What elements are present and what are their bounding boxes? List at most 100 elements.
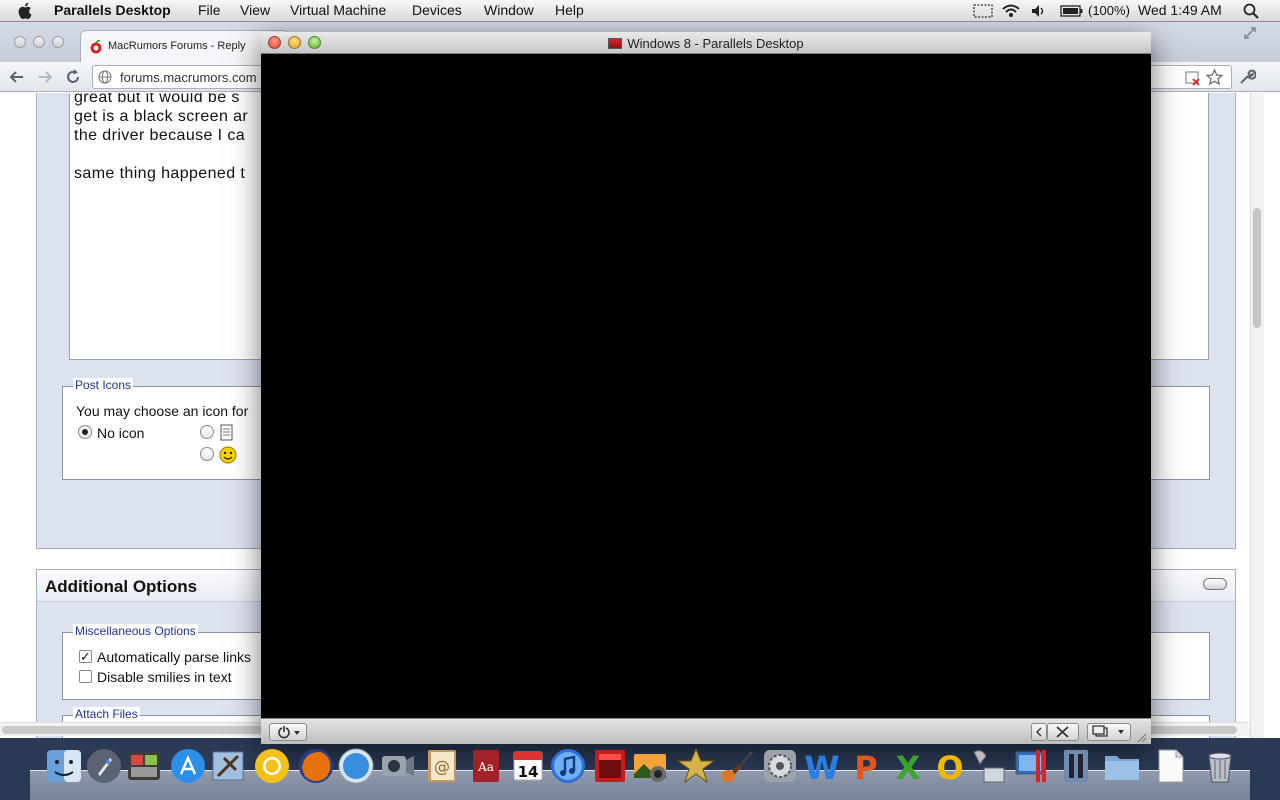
post-icon-radio[interactable] xyxy=(200,447,214,461)
post-icons-legend: Post Icons xyxy=(73,378,134,392)
dock-applications-folder-icon[interactable] xyxy=(1102,746,1142,786)
screen-mirroring-icon[interactable] xyxy=(973,4,993,18)
additional-options-heading: Additional Options xyxy=(45,577,198,596)
parse-links-checkbox[interactable]: ✓ xyxy=(79,650,92,663)
dock-document-icon[interactable] xyxy=(1150,746,1190,786)
editor-line: same thing happened t xyxy=(74,165,246,182)
spotlight-search-icon[interactable] xyxy=(1243,3,1259,19)
tools-icon xyxy=(1056,726,1069,738)
dock-parallels-icon[interactable] xyxy=(1012,746,1052,786)
svg-text:P: P xyxy=(854,749,877,786)
dock-chrome-icon[interactable] xyxy=(252,746,292,786)
post-icon-radio[interactable] xyxy=(200,425,214,439)
vm-configure-button[interactable] xyxy=(1047,723,1079,741)
svg-text:Aa: Aa xyxy=(477,760,494,774)
dock-facetime-icon[interactable] xyxy=(378,746,418,786)
outlook-icon: O xyxy=(936,749,963,787)
blocked-popup-icon[interactable] xyxy=(1185,70,1201,86)
dock-trash-icon[interactable] xyxy=(1200,746,1240,786)
calendar-icon: 14 xyxy=(513,751,543,781)
collapse-toggle-button[interactable] xyxy=(1203,578,1227,590)
vm-status-bar xyxy=(261,718,1151,744)
vm-title-bar[interactable]: Windows 8 - Parallels Desktop xyxy=(261,32,1151,54)
dock-app-store-icon[interactable] xyxy=(168,746,208,786)
dock-iphoto-icon[interactable] xyxy=(630,746,670,786)
dock-calendar-icon[interactable]: 14 xyxy=(508,746,548,786)
dock-garageband-icon[interactable] xyxy=(718,746,758,786)
page-info-icon[interactable] xyxy=(98,70,112,84)
dock-launchpad-icon[interactable] xyxy=(84,746,124,786)
vm-power-menu-button[interactable] xyxy=(269,723,307,741)
document-post-icon xyxy=(220,424,233,441)
dock-safari-icon[interactable] xyxy=(336,746,376,786)
browser-close-button[interactable] xyxy=(14,36,26,48)
menu-help[interactable]: Help xyxy=(555,2,584,18)
network-icon xyxy=(973,750,1005,783)
menu-devices[interactable]: Devices xyxy=(412,2,462,18)
page-vertical-scrollbar[interactable] xyxy=(1250,93,1264,738)
attach-files-legend: Attach Files xyxy=(73,707,140,721)
dock-address-book-icon[interactable]: @ xyxy=(422,746,462,786)
reload-icon xyxy=(67,69,79,83)
app-menu-parallels[interactable]: Parallels Desktop xyxy=(54,2,171,18)
chrome-icon xyxy=(255,749,289,783)
menu-virtual-machine[interactable]: Virtual Machine xyxy=(290,2,386,18)
dock-dictionary-icon[interactable]: Aa xyxy=(466,746,506,786)
browser-minimize-button[interactable] xyxy=(33,36,45,48)
no-icon-radio[interactable] xyxy=(78,425,92,439)
battery-icon[interactable] xyxy=(1060,5,1084,17)
vm-devices-prev-button[interactable] xyxy=(1031,723,1047,741)
menu-clock[interactable]: Wed 1:49 AM xyxy=(1138,2,1222,18)
dock-network-icon[interactable] xyxy=(970,746,1010,786)
dock-photo-booth-icon[interactable] xyxy=(124,746,164,786)
parallels-icon xyxy=(1015,750,1046,782)
fullscreen-arrows-icon[interactable] xyxy=(1243,26,1257,40)
bookmark-star-icon[interactable] xyxy=(1206,69,1223,86)
finder-icon xyxy=(47,750,81,782)
tab-title: MacRumors Forums - Reply xyxy=(108,40,246,52)
dock-powerpoint-icon[interactable]: P xyxy=(846,746,886,787)
vertical-scroll-thumb[interactable] xyxy=(1253,208,1261,328)
svg-text:14: 14 xyxy=(518,763,539,781)
power-dropdown-icon xyxy=(278,726,300,739)
dock-system-preferences-icon[interactable] xyxy=(760,746,800,786)
view-mode-dropdown-icon xyxy=(1092,725,1124,737)
dock-firefox-icon[interactable] xyxy=(296,746,336,786)
photo-booth-icon-2 xyxy=(595,750,625,782)
photo-booth-icon xyxy=(128,752,160,780)
dock-word-icon[interactable]: W xyxy=(802,746,842,787)
disable-smilies-label: Disable smilies in text xyxy=(97,669,232,685)
url-text: forums.macrumors.com xyxy=(120,70,257,85)
menu-window[interactable]: Window xyxy=(484,2,534,18)
tab-macrumors[interactable]: MacRumors Forums - Reply xyxy=(80,30,290,62)
dock-photo-booth-icon-2[interactable] xyxy=(590,746,630,786)
volume-icon[interactable] xyxy=(1031,4,1047,18)
vm-screen[interactable] xyxy=(261,54,1151,718)
wifi-icon[interactable] xyxy=(1001,3,1021,18)
dock: @ Aa 14 W P X O xyxy=(30,742,1250,800)
document-icon xyxy=(1158,749,1184,783)
applications-folder-icon xyxy=(1105,756,1139,780)
excel-icon: X xyxy=(896,749,921,787)
word-icon: W xyxy=(804,749,839,787)
wrench-menu-button[interactable] xyxy=(1236,66,1258,88)
menu-view[interactable]: View xyxy=(240,2,270,18)
back-button[interactable] xyxy=(6,66,28,88)
menu-file[interactable]: File xyxy=(198,2,221,18)
apple-menu-icon[interactable] xyxy=(18,2,34,19)
forward-button[interactable] xyxy=(34,66,56,88)
browser-zoom-button[interactable] xyxy=(52,36,64,48)
editor-line: great but it would be s xyxy=(74,93,240,106)
dock-finder-icon[interactable] xyxy=(44,746,84,786)
dock-parallels-vm-icon[interactable] xyxy=(1056,746,1096,786)
dock-imovie-icon[interactable] xyxy=(676,746,716,786)
dock-outlook-icon[interactable]: O xyxy=(930,746,970,787)
editor-line: the driver because I ca xyxy=(74,127,246,144)
vm-view-mode-button[interactable] xyxy=(1087,723,1131,741)
dock-mail-icon[interactable] xyxy=(208,746,248,786)
disable-smilies-checkbox[interactable] xyxy=(79,670,92,683)
reload-button[interactable] xyxy=(62,66,84,88)
dock-itunes-icon[interactable] xyxy=(548,746,588,786)
powerpoint-icon: P xyxy=(854,749,877,787)
dock-excel-icon[interactable]: X xyxy=(888,746,928,787)
